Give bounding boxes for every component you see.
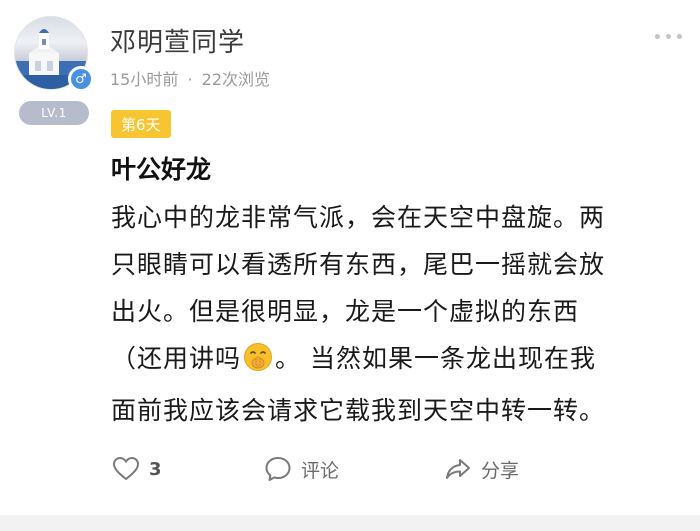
more-options-icon[interactable]	[655, 34, 682, 39]
post-time: 15小时前	[110, 70, 179, 89]
heart-icon	[112, 456, 140, 481]
share-button[interactable]: 分享	[443, 454, 519, 484]
meta-separator: ·	[187, 70, 193, 89]
post-actions: 3 评论 分享	[111, 454, 671, 490]
comment-label: 评论	[301, 459, 340, 482]
post-meta: 15小时前 · 22次浏览	[110, 66, 270, 90]
post-line-with-emoji: （还用讲吗 。 当然如果一条龙出现在我	[111, 335, 683, 387]
username[interactable]: 邓明萱同学	[110, 22, 245, 59]
bottom-divider	[0, 515, 700, 531]
share-icon	[446, 459, 470, 479]
like-count: 3	[149, 458, 162, 480]
share-label: 分享	[481, 459, 520, 482]
like-button[interactable]: 3	[111, 454, 162, 484]
comment-icon	[265, 457, 291, 481]
post-line: 出火。但是很明显，龙是一个虚拟的东西	[111, 297, 580, 326]
post-line-part: （还用讲吗	[111, 344, 242, 373]
male-gender-icon: ♂	[68, 66, 94, 92]
shushing-face-emoji-icon	[243, 340, 273, 387]
level-badge: LV.1	[19, 101, 89, 125]
post-line: 只眼睛可以看透所有东西，尾巴一摇就会放	[111, 250, 606, 279]
post-line: 我心中的龙非常气派，会在天空中盘旋。两	[111, 203, 606, 232]
day-tag: 第6天	[111, 110, 171, 138]
post-body: 我心中的龙非常气派，会在天空中盘旋。两 只眼睛可以看透所有东西，尾巴一摇就会放 …	[111, 194, 683, 434]
comment-button[interactable]: 评论	[263, 454, 339, 484]
post-line-part: 。 当然如果一条龙出现在我	[275, 344, 596, 373]
avatar-container[interactable]: ♂	[14, 16, 94, 94]
post-line: 面前我应该会请求它载我到天空中转一转。	[111, 396, 606, 425]
post-title: 叶公好龙	[111, 155, 212, 184]
view-count: 22次浏览	[201, 70, 271, 89]
